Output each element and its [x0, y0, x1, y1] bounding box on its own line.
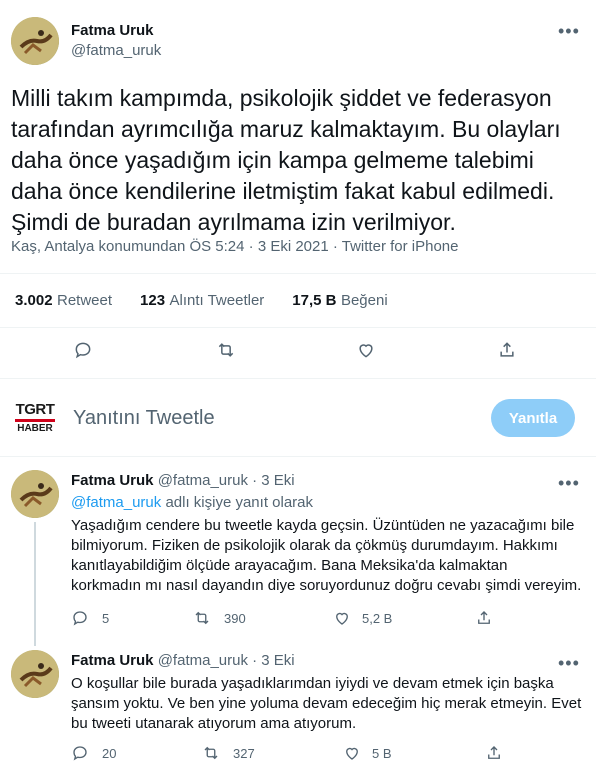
- more-icon[interactable]: •••: [558, 474, 580, 492]
- reply-text-line: O koşullar bile burada yaşadıklarımdan i…: [71, 675, 554, 692]
- reply-text: O koşullar bile burada yaşadıklarımdan i…: [71, 674, 581, 734]
- like-count: 5,2 B: [362, 611, 393, 626]
- reply-icon[interactable]: [71, 609, 89, 627]
- reply-input[interactable]: Yanıtını Tweetle: [73, 407, 215, 430]
- reply-button[interactable]: Yanıtla: [491, 399, 575, 437]
- like-count: 5 B: [372, 746, 392, 761]
- divider: [0, 273, 596, 274]
- reply-text-line: korkmadın mı nasıl dayandın diye soruyor…: [71, 577, 582, 594]
- share-icon[interactable]: [485, 744, 503, 762]
- retweet-count: 327: [233, 746, 255, 761]
- tweet-text-line: daha önce kendilerine iletmiştim fakat k…: [11, 178, 555, 204]
- reply-avatar[interactable]: [11, 470, 59, 518]
- reply-handle-date[interactable]: @fatma_uruk · 3 Eki: [158, 652, 295, 669]
- reply-to-link[interactable]: @fatma_uruk: [71, 494, 161, 511]
- retweet-count: 390: [224, 611, 246, 626]
- like-stat[interactable]: 17,5 B Beğeni: [292, 292, 387, 310]
- tweet-text: Milli takım kampımda, psikolojik şiddet …: [11, 83, 561, 238]
- tweet-meta[interactable]: Kaş, Antalya konumundan ÖS 5:24 · 3 Eki …: [11, 238, 458, 255]
- reply-text-line: bu tweeti utanarak atıyorum ama atıyorum…: [71, 715, 357, 732]
- reply-header: Fatma Uruk @fatma_uruk · 3 Eki: [71, 652, 295, 669]
- quote-stat[interactable]: 123 Alıntı Tweetler: [140, 292, 264, 310]
- tweet-text-line: Milli takım kampımda, psikolojik şiddet …: [11, 85, 552, 111]
- reply-handle-date[interactable]: @fatma_uruk · 3 Eki: [158, 472, 295, 489]
- reply-author-name[interactable]: Fatma Uruk: [71, 472, 154, 489]
- reply-text-line: bilmiyorum. Fiziken de psikolojik olarak…: [71, 537, 558, 554]
- reply-to-line: @fatma_uruk adlı kişiye yanıt olarak: [71, 494, 313, 511]
- retweet-stat[interactable]: 3.002 Retweet: [15, 292, 112, 310]
- tweet-text-line: Şimdi de buradan ayrılmama izin verilmiy…: [11, 209, 456, 235]
- reply-icon[interactable]: [73, 340, 93, 360]
- composer-avatar: TGRT HABER: [11, 394, 59, 442]
- tgrt-logo-subtext: HABER: [17, 423, 53, 434]
- reply-count: 20: [102, 746, 117, 761]
- share-icon[interactable]: [475, 609, 493, 627]
- reply-author-name[interactable]: Fatma Uruk: [71, 652, 154, 669]
- like-icon[interactable]: [333, 609, 351, 627]
- reply-text-line: kanıtlayabildiğim ölçüde arayacağım. Ban…: [71, 557, 508, 574]
- tgrt-logo-text: TGRT: [15, 401, 55, 418]
- author-handle[interactable]: @fatma_uruk: [71, 42, 161, 59]
- more-icon[interactable]: •••: [558, 22, 580, 40]
- retweet-icon[interactable]: [202, 744, 220, 762]
- retweet-icon[interactable]: [193, 609, 211, 627]
- author-avatar[interactable]: [11, 17, 59, 65]
- more-icon[interactable]: •••: [558, 654, 580, 672]
- author-name[interactable]: Fatma Uruk: [71, 22, 154, 39]
- tgrt-logo-bar: [15, 419, 55, 422]
- divider: [0, 456, 596, 457]
- tweet-stats: 3.002 Retweet 123 Alıntı Tweetler 17,5 B…: [15, 292, 388, 310]
- reply-text: Yaşadığım cendere bu tweetle kayda geçsi…: [71, 516, 581, 596]
- share-icon[interactable]: [497, 340, 517, 360]
- reply-text-line: şansım yoktu. Ve ben yine yoluma devam e…: [71, 695, 582, 712]
- divider: [0, 327, 596, 328]
- thread-line: [34, 522, 36, 646]
- like-icon[interactable]: [356, 340, 376, 360]
- reply-header: Fatma Uruk @fatma_uruk · 3 Eki: [71, 472, 295, 489]
- tweet-text-line: tarafından ayrımcılığa maruz kalmaktayım…: [11, 116, 561, 142]
- like-icon[interactable]: [343, 744, 361, 762]
- reply-count: 5: [102, 611, 110, 626]
- reply-text-line: Yaşadığım cendere bu tweetle kayda geçsi…: [71, 517, 575, 534]
- tweet-text-line: daha önce yaşadığım için kampa gelmeme t…: [11, 147, 534, 173]
- reply-to-text: adlı kişiye yanıt olarak: [165, 494, 314, 511]
- divider: [0, 378, 596, 379]
- retweet-icon[interactable]: [216, 340, 236, 360]
- reply-icon[interactable]: [71, 744, 89, 762]
- reply-avatar[interactable]: [11, 650, 59, 698]
